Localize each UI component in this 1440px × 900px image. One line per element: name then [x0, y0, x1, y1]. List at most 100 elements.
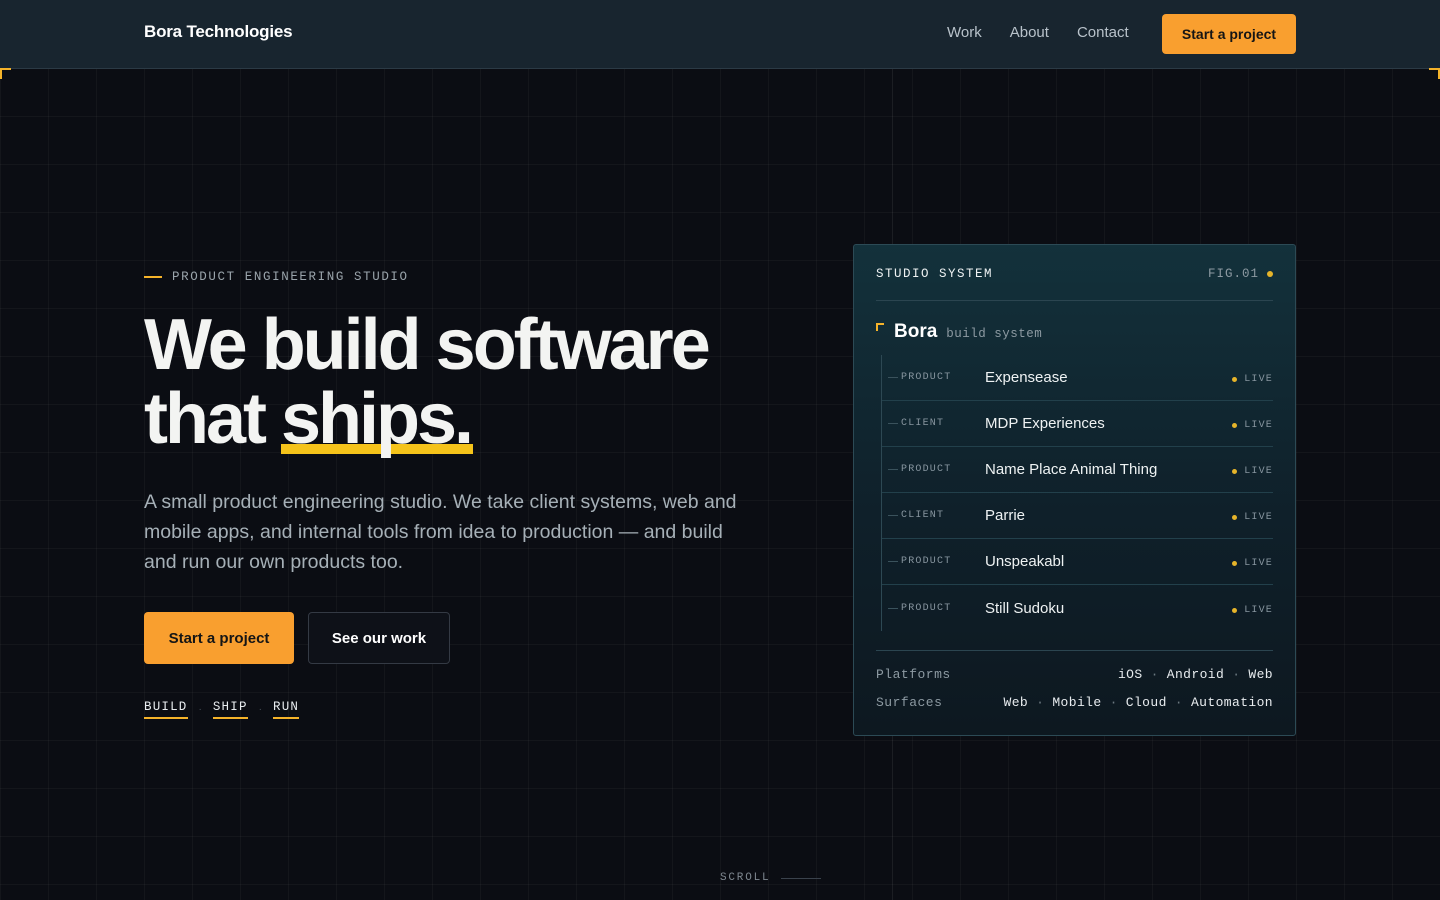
- live-dot-icon: [1232, 607, 1238, 613]
- process-steps: BUILD · SHIP · RUN: [144, 700, 300, 719]
- system-heading: Bora build system: [876, 321, 1042, 343]
- list-item[interactable]: PRODUCT Unspeakabl LIVE: [882, 539, 1273, 585]
- headline-highlight: ships.: [280, 379, 474, 459]
- nav-start-project-button[interactable]: Start a project: [1162, 14, 1296, 54]
- surface-value: Mobile: [1052, 695, 1102, 710]
- live-dot-icon: [1232, 561, 1238, 566]
- status-dot-icon: [1267, 271, 1273, 277]
- status-text: LIVE: [1244, 374, 1273, 385]
- headline-prefix: that: [144, 379, 281, 459]
- separator: ·: [1036, 695, 1045, 710]
- scroll-label: SCROLL: [720, 872, 771, 884]
- item-kind: PRODUCT: [901, 556, 952, 567]
- tree-branch-icon: [888, 377, 898, 378]
- tree-branch-icon: [888, 607, 898, 609]
- eyebrow-text: PRODUCT ENGINEERING STUDIO: [172, 270, 409, 284]
- start-project-button[interactable]: Start a project: [144, 612, 294, 664]
- platforms-row: Platforms iOS · Android · Web: [876, 667, 1273, 695]
- bracket-icon: [876, 323, 884, 331]
- dash-icon: [144, 276, 162, 278]
- platforms-values: iOS · Android · Web: [1118, 667, 1273, 695]
- surface-value: Cloud: [1125, 695, 1167, 710]
- list-item[interactable]: PRODUCT Expensease LIVE: [882, 355, 1273, 401]
- card-header: STUDIO SYSTEM FIG.01: [876, 267, 1273, 301]
- platform-value: iOS: [1117, 667, 1143, 682]
- status-badge: LIVE: [1232, 558, 1273, 569]
- scroll-line-icon: [781, 877, 822, 879]
- see-work-button[interactable]: See our work: [308, 612, 450, 664]
- status-text: LIVE: [1244, 604, 1273, 616]
- platforms-label: Platforms: [876, 667, 951, 682]
- item-name: Parrie: [985, 507, 1026, 524]
- live-dot-icon: [1232, 515, 1238, 520]
- surfaces-values: Web · Mobile · Cloud · Automation: [1004, 695, 1273, 723]
- item-kind: CLIENT: [901, 510, 945, 521]
- scroll-indicator[interactable]: SCROLL: [720, 872, 822, 884]
- tree-branch-icon: [888, 469, 898, 470]
- surfaces-label: Surfaces: [876, 695, 943, 710]
- card-fig-label: FIG.01: [1208, 267, 1273, 281]
- status-badge: LIVE: [1232, 605, 1273, 616]
- card-footer: Platforms iOS · Android · Web Surfaces W…: [876, 650, 1273, 723]
- item-kind: PRODUCT: [901, 372, 952, 383]
- status-badge: LIVE: [1232, 466, 1273, 477]
- live-dot-icon: [1232, 469, 1238, 474]
- separator: ·: [1174, 695, 1183, 710]
- surface-value: Web: [1003, 695, 1029, 710]
- project-list: PRODUCT Expensease LIVE CLIENT MDP Exper…: [881, 355, 1273, 631]
- status-badge: LIVE: [1232, 420, 1273, 431]
- list-item[interactable]: CLIENT Parrie LIVE: [882, 493, 1273, 539]
- item-name: Expensease: [985, 369, 1068, 386]
- live-dot-icon: [1232, 377, 1238, 382]
- separator: ·: [1232, 667, 1241, 682]
- step-run: RUN: [273, 700, 300, 719]
- system-name: Bora: [894, 321, 938, 342]
- item-kind: CLIENT: [901, 418, 945, 429]
- list-item[interactable]: CLIENT MDP Experiences LIVE: [882, 401, 1273, 447]
- system-subtitle: build system: [946, 327, 1043, 341]
- status-badge: LIVE: [1232, 512, 1273, 523]
- separator: ·: [1150, 667, 1159, 682]
- separator: ·: [1109, 695, 1118, 710]
- step-build: BUILD: [144, 700, 188, 719]
- status-text: LIVE: [1244, 558, 1273, 569]
- brand-logo[interactable]: Bora Technologies: [144, 22, 293, 42]
- surfaces-row: Surfaces Web · Mobile · Cloud · Automati…: [876, 695, 1273, 723]
- step-separator: ·: [198, 704, 202, 715]
- hero-headline: We build software that ships.: [144, 305, 711, 459]
- studio-system-card: STUDIO SYSTEM FIG.01 Bora build system P…: [853, 244, 1296, 736]
- nav-link-work[interactable]: Work: [947, 24, 982, 41]
- tree-branch-icon: [888, 515, 898, 516]
- corner-bracket-right: [1429, 68, 1440, 79]
- hero-lead: A small product engineering studio. We t…: [144, 491, 737, 573]
- nav-links: Work About Contact: [947, 24, 1129, 41]
- card-title: STUDIO SYSTEM: [876, 267, 994, 281]
- item-name: MDP Experiences: [985, 415, 1105, 432]
- platform-value: Android: [1166, 667, 1225, 682]
- live-dot-icon: [1232, 423, 1238, 428]
- list-item[interactable]: PRODUCT Still Sudoku LIVE: [882, 585, 1273, 631]
- item-kind: PRODUCT: [901, 602, 952, 614]
- list-item[interactable]: PRODUCT Name Place Animal Thing LIVE: [882, 447, 1273, 493]
- item-name: Unspeakabl: [985, 553, 1065, 570]
- nav-link-about[interactable]: About: [1010, 24, 1049, 41]
- status-text: LIVE: [1244, 466, 1273, 477]
- top-navigation: Bora Technologies Work About Contact Sta…: [0, 0, 1440, 69]
- tree-branch-icon: [888, 561, 898, 562]
- status-text: LIVE: [1244, 420, 1273, 431]
- item-name: Still Sudoku: [985, 599, 1065, 617]
- hero-eyebrow: PRODUCT ENGINEERING STUDIO: [144, 270, 409, 284]
- nav-link-contact[interactable]: Contact: [1077, 24, 1129, 41]
- step-ship: SHIP: [212, 700, 248, 719]
- surface-value: Automation: [1190, 695, 1273, 710]
- item-kind: PRODUCT: [901, 464, 952, 475]
- tree-branch-icon: [888, 423, 898, 424]
- headline-line-1: We build software: [144, 305, 711, 385]
- item-name: Name Place Animal Thing: [985, 461, 1158, 478]
- step-separator: ·: [258, 704, 263, 715]
- status-text: LIVE: [1244, 512, 1273, 523]
- status-badge: LIVE: [1232, 374, 1273, 385]
- platform-value: Web: [1248, 667, 1273, 682]
- corner-bracket-left: [0, 68, 11, 79]
- fig-text: FIG.01: [1207, 267, 1259, 281]
